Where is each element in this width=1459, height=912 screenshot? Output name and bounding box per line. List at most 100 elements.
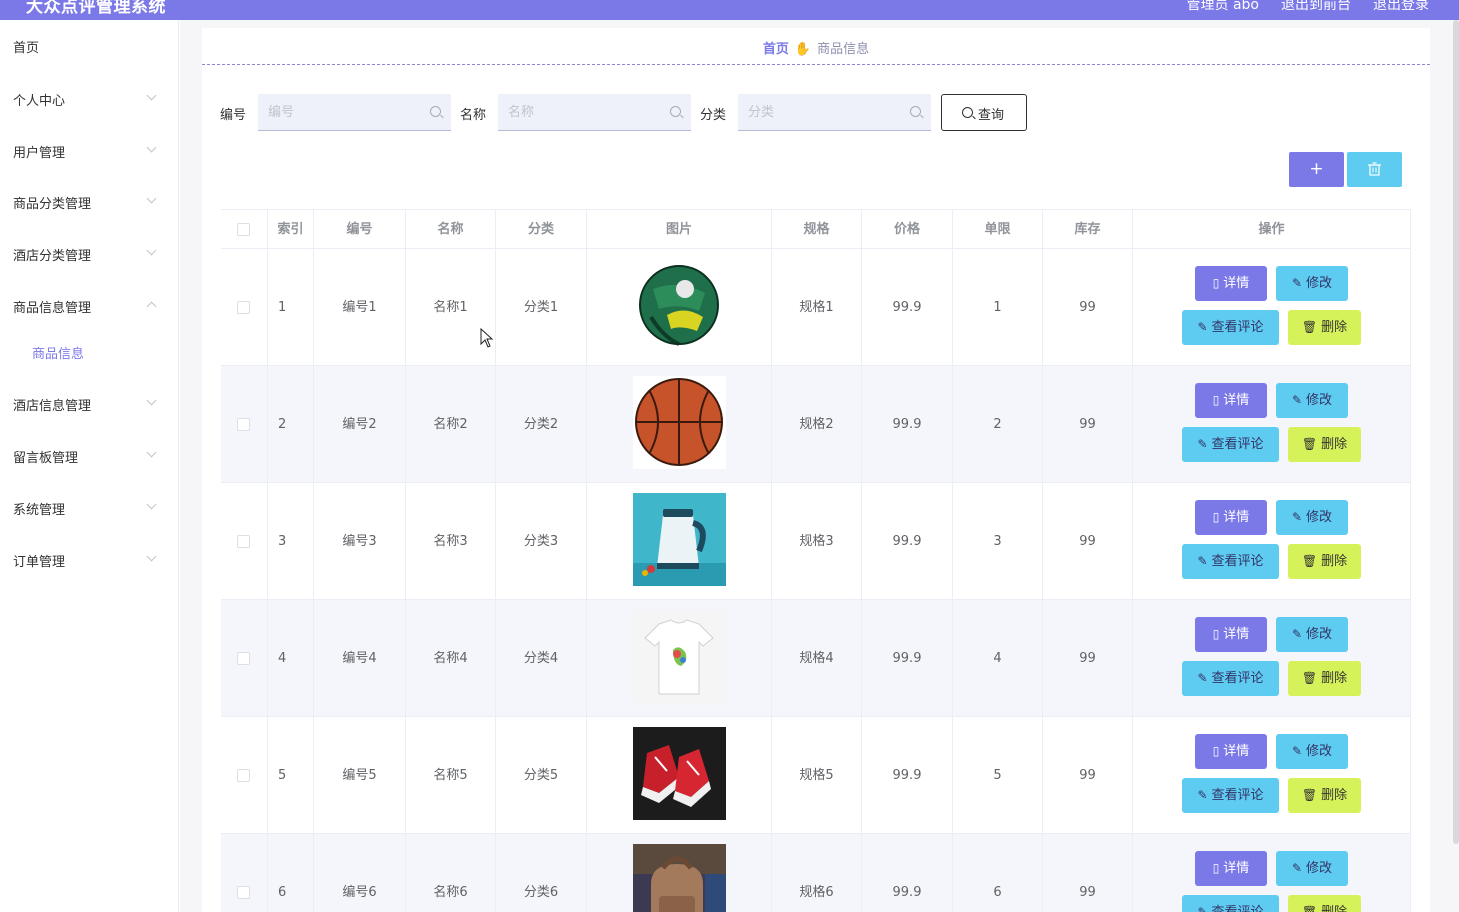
delete-button-label: 删除 [1321,671,1348,686]
edit-button[interactable]: ✎ 修改 [1276,383,1348,418]
row-checkbox[interactable] [237,886,250,899]
cell-stock: 99 [1043,717,1133,834]
view-reviews-button[interactable]: ✎查看评论 [1182,310,1279,345]
pencil-icon: ✎ [1291,393,1303,407]
sidebar-item[interactable]: 用户管理 [0,135,179,165]
sidebar-subitem[interactable]: 商品信息 [0,336,179,366]
admin-user-link[interactable]: 管理员 abo [1187,0,1259,14]
actions-cell: ▯详情 ✎修改 ✎查看评论 🗑删除 [1133,717,1411,834]
cell-index: 2 [268,366,314,483]
cell-spec: 规格4 [772,600,862,717]
edit-button[interactable]: ✎ 修改 [1276,734,1348,769]
sidebar-item[interactable]: 商品信息管理 [0,290,179,320]
view-reviews-button-label: 查看评论 [1212,905,1264,912]
breadcrumb-home[interactable]: 首页 [763,42,789,57]
batch-delete-button[interactable] [1347,152,1402,187]
trash-icon: 🗑 [1301,788,1318,802]
search-input-code[interactable] [268,102,418,122]
sidebar-item[interactable]: 首页 [0,30,179,60]
search-box-code [258,94,451,131]
cell-category: 分类1 [496,249,587,366]
row-checkbox-cell [221,249,268,366]
add-button[interactable]: + [1289,152,1344,187]
delete-button[interactable]: 🗑删除 [1288,427,1361,462]
logout-link[interactable]: 退出登录 [1373,0,1429,14]
row-checkbox[interactable] [237,301,250,314]
search-input-category[interactable] [748,102,898,122]
delete-button[interactable]: 🗑删除 [1288,544,1361,579]
cell-limit: 4 [953,600,1043,717]
sidebar-item[interactable]: 订单管理 [0,544,179,574]
detail-button[interactable]: ▯ 详情 [1195,266,1267,301]
cell-spec: 规格6 [772,834,862,912]
view-reviews-button[interactable]: ✎查看评论 [1182,778,1279,813]
edit-button[interactable]: ✎ 修改 [1276,266,1348,301]
chevron-down-icon [146,499,157,510]
sidebar-item[interactable]: 个人中心 [0,83,179,113]
search-input-name[interactable] [508,102,658,122]
edit-button[interactable]: ✎ 修改 [1276,500,1348,535]
edit-button[interactable]: ✎ 修改 [1276,851,1348,886]
white-t-shirt-icon [633,610,726,703]
view-reviews-button[interactable]: ✎查看评论 [1182,895,1279,912]
pencil-icon: ✎ [1197,437,1208,451]
sidebar-item-label: 商品分类管理 [13,197,92,212]
document-icon: ▯ [1212,393,1220,407]
detail-button[interactable]: ▯ 详情 [1195,734,1267,769]
view-reviews-button[interactable]: ✎查看评论 [1182,661,1279,696]
table-row: 2 编号2 名称2 分类2 规格2 99.9 2 99 ▯ 详情 ✎ 修改 ✎ 查看评论 🗑 删除 [221,366,1411,483]
view-reviews-button-label: 查看评论 [1211,320,1264,335]
row-checkbox[interactable] [237,535,250,548]
delete-button[interactable]: 🗑删除 [1288,778,1361,813]
sidebar-item-label: 酒店信息管理 [13,399,92,414]
row-checkbox[interactable] [237,418,250,431]
sidebar: 首页个人中心用户管理商品分类管理 酒店分类管理 商品信息管理商品信息酒店信息管理留言… [0,20,179,912]
detail-button[interactable]: ▯ 详情 [1195,851,1267,886]
document-icon: ▯ [1212,744,1220,758]
cell-limit: 3 [953,483,1043,600]
image-cell [587,366,772,483]
row-checkbox-cell [221,834,268,912]
sidebar-item-label: 商品信息管理 [13,301,92,316]
cell-category: 分类2 [496,366,587,483]
sidebar-item[interactable]: 系统管理 [0,492,179,522]
detail-button[interactable]: ▯ 详情 [1195,500,1267,535]
sidebar-item-label: 酒店分类管理 [13,249,92,264]
pencil-icon: ✎ [1291,861,1303,875]
view-reviews-button[interactable]: ✎查看评论 [1182,544,1279,579]
back-to-frontend-link[interactable]: 退出到前台 [1281,0,1351,14]
row-checkbox[interactable] [237,769,250,782]
view-reviews-button-label: 查看评论 [1211,437,1264,452]
backpack-icon [633,844,726,912]
query-button[interactable]: 查询 [941,94,1027,131]
view-reviews-button-label: 查看评论 [1211,788,1264,803]
view-reviews-button-label: 查看评论 [1211,554,1264,569]
page-scrollbar[interactable] [1453,20,1459,844]
select-all-checkbox[interactable] [237,223,250,236]
detail-button-label: 详情 [1223,276,1250,291]
search-label-name: 名称 [460,108,487,123]
sidebar-item[interactable]: 酒店信息管理 [0,388,179,418]
delete-button[interactable]: 🗑删除 [1288,310,1361,345]
cell-stock: 99 [1043,834,1133,912]
sidebar-item[interactable]: 酒店分类管理 [0,238,179,268]
search-box-name [498,94,691,131]
detail-button[interactable]: ▯ 详情 [1195,617,1267,652]
document-icon: ▯ [1212,276,1220,290]
sidebar-item[interactable]: 留言板管理 [0,440,179,470]
pencil-icon: ✎ [1291,510,1303,524]
sidebar-item[interactable]: 商品分类管理 [0,186,179,216]
detail-button[interactable]: ▯ 详情 [1195,383,1267,418]
delete-button[interactable]: 🗑删除 [1288,661,1361,696]
row-checkbox[interactable] [237,652,250,665]
table-header-cell: 分类 [496,209,587,249]
delete-button[interactable]: 🗑删除 [1288,895,1361,912]
actions-cell: ▯详情 ✎修改 ✎查看评论 🗑删除 [1133,600,1411,717]
cell-limit: 1 [953,249,1043,366]
table-row: 1 编号1 名称1 分类1 规格1 99.9 1 99 ▯ 详情 ✎ 修改 ✎ 查看评论 🗑 删除 [221,249,1411,366]
cell-code: 编号3 [314,483,406,600]
table-header-cell: 操作 [1133,209,1411,249]
edit-button[interactable]: ✎ 修改 [1276,617,1348,652]
edit-button-label: 修改 [1306,861,1333,876]
view-reviews-button[interactable]: ✎查看评论 [1182,427,1279,462]
